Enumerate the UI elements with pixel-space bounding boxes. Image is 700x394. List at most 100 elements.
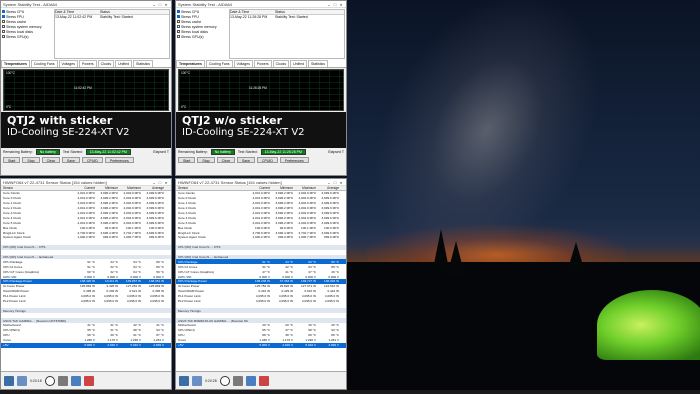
close-icon[interactable] xyxy=(258,375,269,386)
title-bar[interactable]: System Stability Test - AIDA64– □ × xyxy=(176,1,346,8)
sensor-row[interactable]: Core 0 Clock 4,001.0 MHz 3,996.2 MHz 4,002.… xyxy=(1,196,171,201)
title-bar[interactable]: System Stability Test - AIDA64– □ × xyxy=(1,1,171,8)
sensor-row[interactable]: Core 3 Clock 4,001.0 MHz 3,996.2 MHz 4,002.… xyxy=(176,211,346,216)
sensor-row[interactable]: CPU Package Power 138.238 W 37.453 W 139.72… xyxy=(176,279,346,284)
column-current[interactable]: Current xyxy=(248,186,271,190)
sensor-row[interactable]: CPU (PECI) 95 °C 37 °C 98 °C 93 °C xyxy=(176,328,346,333)
reset-icon[interactable] xyxy=(245,375,256,386)
tab-cooling-fans[interactable]: Cooling Fans xyxy=(205,60,233,67)
close-icon[interactable]: × xyxy=(338,2,344,7)
sensor-row[interactable]: +5V 5.000 V 4.920 V 5.040 V 4.999 V xyxy=(176,342,346,348)
sensor-row[interactable]: Motherboard 29 °C 29 °C 30 °C 29 °C xyxy=(176,323,346,328)
sensor-row[interactable]: Core 5 Clock 4,001.0 MHz 3,996.2 MHz 4,002.… xyxy=(1,220,171,225)
sensor-row[interactable]: Vcore 1.280 V 1.176 V 1.290 V 1.281 V xyxy=(176,338,346,343)
stress-checkbox[interactable]: Stress GPU(s) xyxy=(177,34,227,39)
column-sensor[interactable]: Sensor xyxy=(176,186,248,190)
sensor-row[interactable]: Motherboard 31 °C 31 °C 32 °C 31 °C xyxy=(1,323,171,328)
sensor-row[interactable]: PL1 Power Limit 4,095.0 W 4,095.0 W 4,095.0… xyxy=(176,294,346,299)
start-button[interactable]: Start xyxy=(3,157,21,163)
save-button[interactable]: Save xyxy=(61,157,80,163)
tab-voltages[interactable]: Voltages xyxy=(233,60,253,67)
sensor-row[interactable]: CPU (PECI) 95 °C 31 °C 98 °C 93 °C xyxy=(1,328,171,333)
tab-unified[interactable]: Unified xyxy=(115,60,133,67)
sensor-row[interactable]: iGPU VID 0.000 V 0.000 V 0.000 V 0.000 V xyxy=(1,274,171,279)
tab-powers[interactable]: Powers xyxy=(253,60,272,67)
sensor-row[interactable]: Ring/LLC Clock 3,700.9 MHz 3,696.4 MHz 3,70… xyxy=(176,230,346,235)
sensor-row[interactable]: iGPU VID 0.000 V 0.000 V 0.000 V 0.000 V xyxy=(176,274,346,279)
column-maximum[interactable]: Maximum xyxy=(119,186,142,190)
settings-icon[interactable] xyxy=(57,375,68,386)
sensor-row[interactable]: Core Clocks 4,001.0 MHz 3,996.2 MHz 4,002.9… xyxy=(1,191,171,196)
sensor-row[interactable]: CPU 88 °C 38 °C 89 °C 86 °C xyxy=(176,333,346,338)
sensor-row[interactable]: CPU Package Power 138.420 W 13.411 W 139.85… xyxy=(1,279,171,284)
column-maximum[interactable]: Maximum xyxy=(294,186,317,190)
tab-temperatures[interactable]: Temperatures xyxy=(1,60,30,67)
sensor-row[interactable]: PL1 Power Limit 4,095.0 W 4,095.0 W 4,095.0… xyxy=(1,294,171,299)
tab-voltages[interactable]: Voltages xyxy=(58,60,78,67)
preferences-button[interactable]: Preferences xyxy=(279,157,309,163)
log-entry[interactable]: 13-May-22 11:02:42 PM Stability Test: Sta… xyxy=(55,15,169,19)
sensor-row[interactable]: Core 4 Clock 4,001.0 MHz 3,996.2 MHz 4,002.… xyxy=(1,215,171,220)
sensor-row[interactable]: PL2 Power Limit 4,095.0 W 4,095.0 W 4,095.0… xyxy=(1,299,171,304)
column-sensor[interactable]: Sensor xyxy=(1,186,73,190)
save-button[interactable]: Save xyxy=(236,157,255,163)
title-bar[interactable]: HWiNFO64 v7.22-4731 Sensor Status [154 v… xyxy=(1,179,171,186)
sensor-row[interactable]: IA Cores Power 125.784 W 29.826 W 127.071 W… xyxy=(176,284,346,289)
cpuid-button[interactable]: CPUID xyxy=(81,157,103,163)
tab-clocks[interactable]: Clocks xyxy=(272,60,290,67)
sensors-icon[interactable] xyxy=(192,375,202,386)
sensor-row[interactable]: IA Cores Power 125.862 W 9.428 W 127.281 W 1… xyxy=(1,284,171,289)
sensor-row[interactable]: Ring/LLC Clock 3,700.9 MHz 3,696.4 MHz 3,70… xyxy=(1,230,171,235)
sensor-row[interactable]: Bus Clock 100.0 MHz 99.9 MHz 100.1 MHz 100.0… xyxy=(176,225,346,230)
close-icon[interactable]: × xyxy=(338,180,344,185)
sensor-row[interactable]: Core 5 Clock 4,001.0 MHz 3,996.2 MHz 4,002.… xyxy=(176,220,346,225)
settings-icon[interactable] xyxy=(232,375,243,386)
sensor-row[interactable]: Total DRAM Power 0.442 W 0.429 W 0.610 W 0.4… xyxy=(176,289,346,294)
clear-button[interactable]: Clear xyxy=(41,157,60,163)
preferences-button[interactable]: Preferences xyxy=(104,157,134,163)
sensor-row[interactable]: Core 3 Clock 4,001.0 MHz 3,996.2 MHz 4,002.… xyxy=(1,211,171,216)
clock-icon[interactable] xyxy=(44,375,55,386)
tab-statistics[interactable]: Statistics xyxy=(133,60,154,67)
tab-cooling-fans[interactable]: Cooling Fans xyxy=(30,60,58,67)
sensors-icon[interactable] xyxy=(17,375,27,386)
sensor-row[interactable]: Core Clocks 4,001.0 MHz 3,996.2 MHz 4,002.9… xyxy=(176,191,346,196)
sensor-row[interactable]: CPU Package 91 °C 34 °C 94 °C 89 °C xyxy=(1,259,171,264)
close-icon[interactable] xyxy=(83,375,94,386)
sensor-row[interactable]: Core 0 Clock 4,001.0 MHz 3,996.2 MHz 4,002.… xyxy=(176,196,346,201)
stress-checkbox[interactable]: Stress GPU(s) xyxy=(2,34,52,39)
network-icon[interactable] xyxy=(4,375,14,386)
tab-clocks[interactable]: Clocks xyxy=(97,60,115,67)
start-button[interactable]: Start xyxy=(178,157,196,163)
reset-icon[interactable] xyxy=(70,375,81,386)
column-average[interactable]: Average xyxy=(142,186,165,190)
sensor-row[interactable]: System Agent Clock 1,000.2 MHz 999.0 MHz 1,… xyxy=(1,235,171,240)
sensor-row[interactable]: Bus Clock 100.0 MHz 99.9 MHz 100.1 MHz 100.0… xyxy=(1,225,171,230)
cpuid-button[interactable]: CPUID xyxy=(256,157,278,163)
sensor-row[interactable]: CPU GT Cores (Graphics) 60 °C 32 °C 64 °C 59… xyxy=(1,269,171,274)
close-icon[interactable]: × xyxy=(163,2,169,7)
sensor-row[interactable]: CPU GT Cores (Graphics) 47 °C 41 °C 47 °C 46… xyxy=(176,269,346,274)
sensor-row[interactable]: Total DRAM Power 0.495 W 0.439 W 0.621 W 0.4… xyxy=(1,289,171,294)
stop-button[interactable]: Stop xyxy=(22,157,40,163)
sensor-row[interactable]: CPU Package 91 °C 34 °C 93 °C 89 °C xyxy=(176,259,346,265)
sensor-row[interactable]: System Agent Clock 1,000.2 MHz 999.0 MHz 1,… xyxy=(176,235,346,240)
sensor-row[interactable]: CPU 90 °C 39 °C 91 °C 87 °C xyxy=(1,333,171,338)
sensor-row[interactable]: Core 2 Clock 4,001.0 MHz 3,996.2 MHz 4,002.… xyxy=(1,206,171,211)
network-icon[interactable] xyxy=(179,375,189,386)
title-bar[interactable]: HWiNFO64 v7.22-4731 Sensor Status [154 v… xyxy=(176,179,346,186)
tab-powers[interactable]: Powers xyxy=(78,60,97,67)
column-minimum[interactable]: Minimum xyxy=(271,186,294,190)
sensor-row[interactable]: CPU IA Cores 91 °C 32 °C 93 °C 89 °C xyxy=(176,264,346,269)
sensor-row[interactable]: PL2 Power Limit 4,095.0 W 4,095.0 W 4,095.0… xyxy=(176,299,346,304)
log-entry[interactable]: 13-May-22 11:26:28 PM Stability Test: Sta… xyxy=(230,15,344,19)
column-current[interactable]: Current xyxy=(73,186,96,190)
column-average[interactable]: Average xyxy=(317,186,340,190)
clear-button[interactable]: Clear xyxy=(216,157,235,163)
sensor-row[interactable]: Core 4 Clock 4,001.0 MHz 3,996.2 MHz 4,002.… xyxy=(176,215,346,220)
column-minimum[interactable]: Minimum xyxy=(96,186,119,190)
sensor-row[interactable]: Core 1 Clock 4,001.0 MHz 3,996.2 MHz 4,002.… xyxy=(1,201,171,206)
tab-temperatures[interactable]: Temperatures xyxy=(176,60,205,67)
tab-unified[interactable]: Unified xyxy=(290,60,308,67)
sensor-row[interactable]: +5V 5.000 V 4.920 V 5.040 V 4.999 V xyxy=(1,342,171,348)
